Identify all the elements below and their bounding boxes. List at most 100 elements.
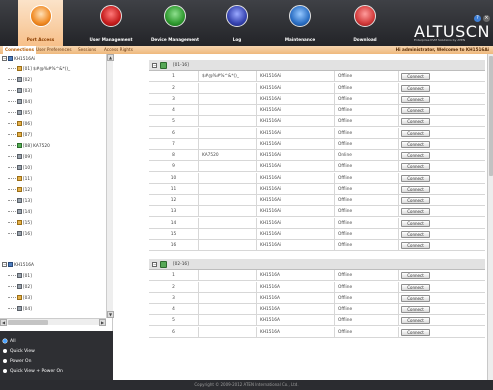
scroll-thumb[interactable] [8,320,48,325]
tree-port-16[interactable]: [16] [8,230,32,240]
connect-button[interactable]: Connect [401,272,430,280]
radio-icon[interactable] [3,338,7,343]
scroll-left-icon[interactable]: ◀ [0,319,7,326]
port-number: 6 [149,127,199,139]
tree-port-02[interactable]: [02] [8,76,32,86]
connect-button[interactable]: Connect [401,84,430,92]
port-group-header[interactable]: − [02-16] [149,259,485,271]
connect-button[interactable]: Connect [401,219,430,227]
port-status: Offline [335,161,399,173]
tree-port-04[interactable]: [04] [8,98,32,108]
port-list-table: − [01-16] 1 $#@%#%^&*()_ KH1516Ai Offline Conn… [149,60,485,378]
tab-user-preferences[interactable]: User Preferences [36,46,72,54]
connect-button[interactable]: Connect [401,328,430,336]
tree-port-a-01[interactable]: [01] [8,272,32,282]
collapse-icon[interactable]: − [2,56,7,61]
nav-device-management[interactable]: Device Management [144,0,206,46]
connect-button[interactable]: Connect [401,294,430,302]
tree-port-12[interactable]: [12] [8,186,32,196]
nav-maintenance[interactable]: Maintenance [275,0,325,46]
device-name: KH1516Ai [257,240,335,251]
connect-button[interactable]: Connect [401,197,430,204]
collapse-icon[interactable]: − [2,262,7,267]
view-option-label: Quick View [10,349,35,354]
tree-port-label: [03] [23,296,32,301]
view-option-quick-view[interactable]: Quick View [3,348,35,356]
connect-button[interactable]: Connect [401,230,430,238]
connect-button[interactable]: Connect [401,129,430,137]
connect-button[interactable]: Connect [401,73,430,81]
tree-port-a-04[interactable]: [04] [8,305,32,315]
nav-log[interactable]: Log [222,0,252,46]
tree-node-kh1516a[interactable]: − KH1516A [2,261,34,271]
connect-button[interactable]: Connect [401,95,430,103]
port-status: Offline [335,116,399,128]
action-cell: Connect [399,184,485,195]
collapse-icon[interactable]: − [152,262,157,268]
radio-icon[interactable] [3,348,7,353]
connect-button[interactable]: Connect [401,283,430,291]
collapse-icon[interactable]: − [152,63,157,68]
tree-port-07[interactable]: [07] [8,131,32,141]
tree-port-11[interactable]: [11] [8,175,32,185]
port-name [199,315,257,327]
radio-icon[interactable] [3,358,7,363]
tree-port-01[interactable]: [01] $#@%#%^&*()_ [8,65,70,75]
main-vertical-scrollbar[interactable] [487,54,493,380]
tree-port-15[interactable]: [15] [8,219,32,229]
connect-button[interactable]: Connect [401,242,430,249]
tree-port-05[interactable]: [05] [8,109,32,119]
nav-user-management[interactable]: User Management [83,0,139,46]
port-number: 16 [149,240,199,251]
user-management-icon [100,5,122,27]
logout-icon[interactable]: × [483,15,490,22]
connect-button[interactable]: Connect [401,306,430,314]
nav-download[interactable]: Download [345,0,385,46]
tree-port-a-03[interactable]: [03] [8,294,32,304]
view-option-power-on[interactable]: Power On [3,358,31,366]
tree-vertical-scrollbar[interactable]: ▲ ▼ [106,54,114,318]
port-group-header[interactable]: − [01-16] [149,60,485,71]
scroll-up-icon[interactable]: ▲ [107,54,114,61]
help-icon[interactable]: ? [474,15,481,22]
scroll-right-icon[interactable]: ▶ [99,319,106,326]
tree-port-13[interactable]: [13] [8,197,32,207]
port-name [199,206,257,218]
tree-port-10[interactable]: [10] [8,164,32,174]
connect-button[interactable]: Connect [401,317,430,325]
port-name [199,281,257,293]
connect-button[interactable]: Connect [401,152,430,159]
device-name: KH1516Ai [257,127,335,139]
port-icon [17,165,22,170]
tree-port-06[interactable]: [06] [8,120,32,130]
tree-port-a-02[interactable]: [02] [8,283,32,293]
port-name [199,82,257,94]
radio-icon[interactable] [3,368,7,373]
connect-button[interactable]: Connect [401,185,430,193]
connect-button[interactable]: Connect [401,118,430,126]
tree-node-kh1516ai[interactable]: − KH1516Ai [2,55,35,65]
tree-port-09[interactable]: [09] [8,153,32,163]
scroll-down-icon[interactable]: ▼ [107,311,114,318]
tab-connections[interactable]: Connections [3,46,37,54]
tree-port-08[interactable]: [08] KA7520 [8,142,50,152]
connect-button[interactable]: Connect [401,208,430,216]
table-row: 5 KH1516Ai Offline Connect [149,116,485,128]
tree-port-14[interactable]: [14] [8,208,32,218]
connect-button[interactable]: Connect [401,163,430,171]
view-option-all[interactable]: All [3,338,16,346]
connect-button[interactable]: Connect [401,107,430,114]
nav-port-access[interactable]: Port Access [18,0,63,46]
kvm-switch-icon [8,262,13,267]
tree-horizontal-scrollbar[interactable]: ◀ ▶ [0,318,106,326]
tab-access-rights[interactable]: Access Rights [104,46,133,54]
tree-port-03[interactable]: [03] [8,87,32,97]
table-row: 9 KH1516Ai Offline Connect [149,161,485,173]
port-status: Offline [335,195,399,206]
tab-sessions[interactable]: Sessions [78,46,96,54]
view-option-quick-view-power-on[interactable]: Quick View + Power On [3,368,63,376]
table-row: 14 KH1516Ai Offline Connect [149,217,485,229]
connect-button[interactable]: Connect [401,140,430,148]
scroll-thumb[interactable] [489,56,493,176]
connect-button[interactable]: Connect [401,174,430,182]
